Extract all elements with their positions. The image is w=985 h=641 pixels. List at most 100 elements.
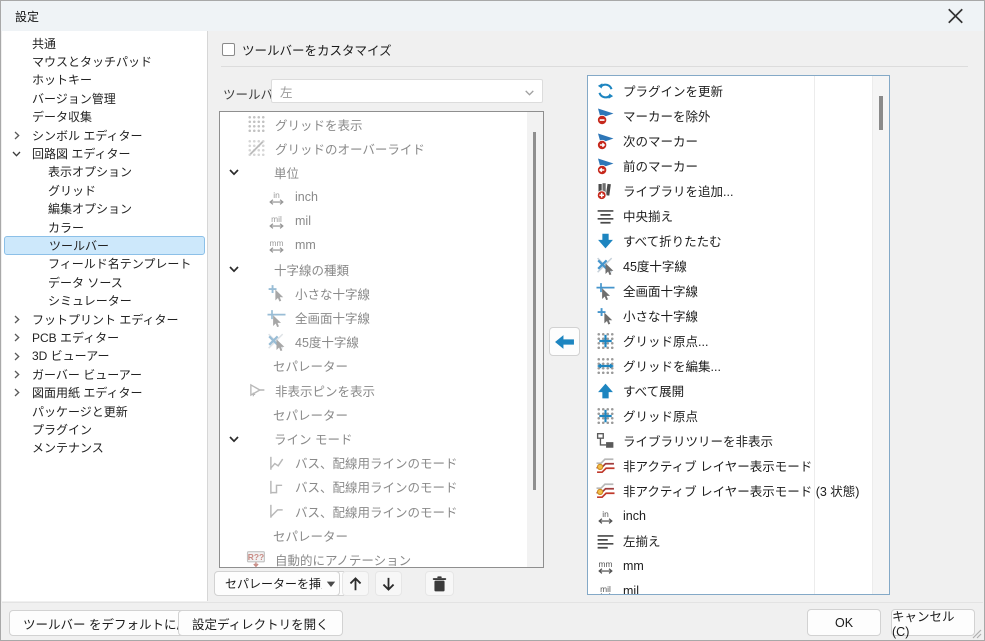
- available-action-item[interactable]: 非アクティブ レイヤー表示モード (3 状態): [588, 478, 871, 503]
- ok-button[interactable]: OK: [807, 609, 881, 636]
- sidebar-item[interactable]: データ収集: [2, 108, 207, 126]
- available-action-item[interactable]: グリッドを編集...: [588, 353, 871, 378]
- sidebar-item[interactable]: 編集オプション: [2, 200, 207, 218]
- group-chevron-icon: [227, 165, 241, 179]
- move-up-button[interactable]: [342, 571, 369, 596]
- sidebar-item[interactable]: PCB エディター: [2, 328, 207, 346]
- toolbar-item-child[interactable]: mmmm: [220, 233, 527, 257]
- available-action-label: 45度十字線: [623, 256, 687, 275]
- toolbar-item-action[interactable]: R??自動的にアノテーション: [220, 547, 527, 567]
- available-action-item[interactable]: グリッド原点: [588, 403, 871, 428]
- sidebar-item[interactable]: パッケージと更新: [2, 402, 207, 420]
- toolbar-item-sep[interactable]: セパレーター: [220, 402, 527, 426]
- available-action-item[interactable]: ininch: [588, 503, 871, 528]
- toolbar-item-child[interactable]: ininch: [220, 185, 527, 209]
- sidebar-item[interactable]: 図面用紙 エディター: [2, 383, 207, 401]
- available-action-item[interactable]: グリッド原点...: [588, 328, 871, 353]
- sidebar-item[interactable]: メンテナンス: [2, 439, 207, 457]
- toolbar-item-child[interactable]: 45度十字線: [220, 330, 527, 354]
- available-actions-scrollbar[interactable]: [872, 76, 889, 594]
- toolbar-item-child[interactable]: バス、配線用ラインのモード: [220, 499, 527, 523]
- available-action-item[interactable]: 中央揃え: [588, 203, 871, 228]
- sidebar-item[interactable]: 共通: [2, 34, 207, 52]
- crosshair-45-icon: [264, 332, 288, 351]
- move-down-button[interactable]: [375, 571, 402, 596]
- sidebar-item[interactable]: フィールド名テンプレート: [2, 255, 207, 273]
- available-action-item[interactable]: すべて展開: [588, 378, 871, 403]
- unit-mm-icon: mm: [264, 236, 288, 255]
- customize-toolbars-checkbox[interactable]: [222, 43, 235, 56]
- sidebar-item-label: プラグイン: [32, 421, 92, 438]
- toolbar-item-child[interactable]: milmil: [220, 209, 527, 233]
- sidebar-item[interactable]: ガーバー ビューアー: [2, 365, 207, 383]
- available-action-item[interactable]: マーカーを除外: [588, 103, 871, 128]
- sidebar-item[interactable]: 表示オプション: [2, 163, 207, 181]
- toolbar-item-child[interactable]: 全画面十字線: [220, 306, 527, 330]
- close-button[interactable]: [938, 1, 972, 31]
- available-action-item[interactable]: 小さな十字線: [588, 303, 871, 328]
- delete-button[interactable]: [425, 571, 454, 596]
- unit-mil-icon: mil: [593, 581, 617, 594]
- sidebar-item-selected[interactable]: ツールバー: [4, 236, 205, 254]
- sidebar-item[interactable]: フットプリント エディター: [2, 310, 207, 328]
- toolbar-item-action[interactable]: 非表示ピンを表示: [220, 378, 527, 402]
- scrollbar-thumb[interactable]: [533, 132, 536, 490]
- sidebar-item[interactable]: カラー: [2, 218, 207, 236]
- toolbar-item-group[interactable]: ライン モード: [220, 426, 527, 450]
- available-action-item[interactable]: 前のマーカー: [588, 153, 871, 178]
- toolbar-item-group[interactable]: 十字線の種類: [220, 257, 527, 281]
- available-action-item[interactable]: ライブラリツリーを非表示: [588, 428, 871, 453]
- available-action-item[interactable]: milmil: [588, 578, 871, 594]
- available-action-item[interactable]: 左揃え: [588, 528, 871, 553]
- sidebar-item[interactable]: マウスとタッチパッド: [2, 52, 207, 70]
- open-settings-directory-button[interactable]: 設定ディレクトリを開く: [178, 610, 343, 636]
- available-action-item[interactable]: ライブラリを追加...: [588, 178, 871, 203]
- available-action-item[interactable]: mmmm: [588, 553, 871, 578]
- available-action-label: 次のマーカー: [623, 131, 698, 150]
- grid-icon: [244, 115, 268, 134]
- available-action-label: グリッド原点: [623, 406, 698, 425]
- toolbar-item-child[interactable]: 小さな十字線: [220, 281, 527, 305]
- toolbar-item-label: 非表示ピンを表示: [275, 381, 375, 400]
- sidebar-item[interactable]: 3D ビューアー: [2, 347, 207, 365]
- sidebar-item[interactable]: グリッド: [2, 181, 207, 199]
- available-action-item[interactable]: 非アクティブ レイヤー表示モード: [588, 453, 871, 478]
- reset-toolbars-label: ツールバー をデフォルトに戻す: [23, 614, 201, 633]
- sidebar-item[interactable]: データ ソース: [2, 273, 207, 291]
- sidebar-item[interactable]: シミュレーター: [2, 291, 207, 309]
- hidden-pin-icon: [244, 381, 268, 400]
- available-action-label: inch: [623, 509, 646, 523]
- sidebar-item[interactable]: 回路図 エディター: [2, 144, 207, 162]
- toolbar-item-action[interactable]: グリッドのオーバーライド: [220, 136, 527, 160]
- toolbar-item-sep[interactable]: セパレーター: [220, 354, 527, 378]
- resize-grip[interactable]: [970, 626, 982, 638]
- toolbar-item-sep[interactable]: セパレーター: [220, 523, 527, 547]
- toolbar-items-scrollbar[interactable]: [527, 112, 543, 567]
- sidebar-item-label: ガーバー ビューアー: [32, 366, 142, 383]
- sidebar-item[interactable]: プラグイン: [2, 420, 207, 438]
- scrollbar-thumb[interactable]: [879, 96, 883, 130]
- toolbar-item-label: セパレーター: [273, 405, 348, 424]
- sidebar-item[interactable]: ホットキー: [2, 71, 207, 89]
- toolbar-item-child[interactable]: バス、配線用ラインのモード: [220, 475, 527, 499]
- available-action-item[interactable]: 全画面十字線: [588, 278, 871, 303]
- toolbar-items-rows: グリッドを表示グリッドのオーバーライド単位ininchmilmilmmmm十字線…: [220, 112, 527, 567]
- insert-separator-dropdown-button[interactable]: [322, 571, 340, 596]
- available-action-item[interactable]: すべて折りたたむ: [588, 228, 871, 253]
- available-action-item[interactable]: プラグインを更新: [588, 78, 871, 103]
- move-to-toolbar-button[interactable]: [549, 327, 580, 356]
- toolbar-item-label: バス、配線用ラインのモード: [295, 477, 458, 496]
- toolbar-item-group[interactable]: 単位: [220, 160, 527, 184]
- sidebar-item[interactable]: バージョン管理: [2, 89, 207, 107]
- available-action-item[interactable]: 次のマーカー: [588, 128, 871, 153]
- toolbar-item-child[interactable]: バス、配線用ラインのモード: [220, 451, 527, 475]
- sidebar-item-label: 表示オプション: [48, 163, 132, 180]
- crosshair-full-icon: [593, 281, 617, 300]
- sidebar-item[interactable]: シンボル エディター: [2, 126, 207, 144]
- grid-override-icon: [244, 139, 268, 158]
- toolbar-item-action[interactable]: グリッドを表示: [220, 112, 527, 136]
- toolbar-select[interactable]: 左: [271, 79, 543, 103]
- cancel-button[interactable]: キャンセル (C): [891, 609, 975, 636]
- available-action-item[interactable]: 45度十字線: [588, 253, 871, 278]
- toolbar-item-label: グリッドのオーバーライド: [275, 139, 425, 158]
